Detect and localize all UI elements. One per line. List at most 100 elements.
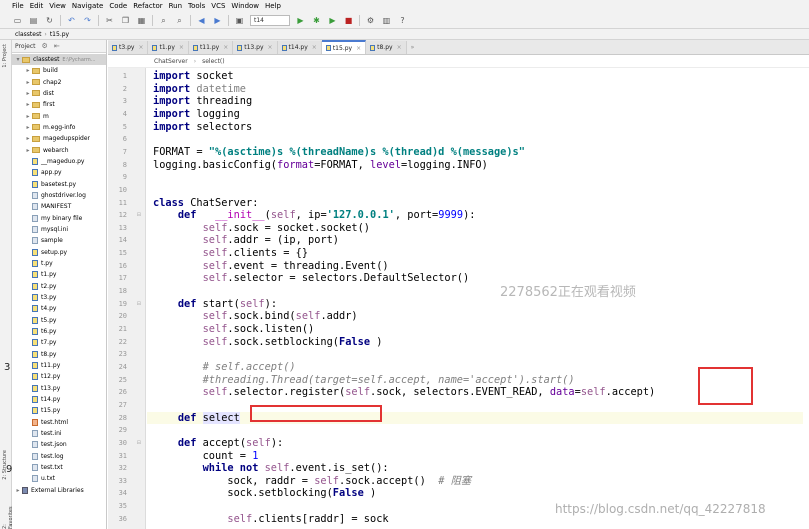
tree-item[interactable]: setup.py xyxy=(12,247,106,258)
editor-tab[interactable]: t3.py × xyxy=(108,41,149,54)
tree-item[interactable]: t15.py xyxy=(12,405,106,416)
expand-arrow-icon[interactable]: ▸ xyxy=(14,487,22,494)
expand-arrow-icon[interactable]: ▸ xyxy=(24,113,32,120)
project-structure-icon[interactable]: ▥ xyxy=(381,15,392,26)
tree-item[interactable]: t8.py xyxy=(12,349,106,360)
tree-item[interactable]: ▸ magedupspider xyxy=(12,133,106,144)
editor-breadcrumb-item[interactable]: select() xyxy=(202,58,225,65)
tree-item[interactable]: mysql.ini xyxy=(12,224,106,235)
menu-item[interactable]: Code xyxy=(109,2,127,10)
tree-item[interactable]: ▸ m xyxy=(12,111,106,122)
tree-item[interactable]: t14.py xyxy=(12,394,106,405)
tree-item[interactable]: my binary file xyxy=(12,213,106,224)
tab-overflow-icon[interactable]: » xyxy=(411,44,415,51)
tree-item[interactable]: MANIFEST xyxy=(12,201,106,212)
tree-item[interactable]: ▸ chap2 xyxy=(12,77,106,88)
editor-tab[interactable]: t15.py × xyxy=(321,40,367,54)
menu-item[interactable]: VCS xyxy=(211,2,225,10)
cut-icon[interactable]: ✂ xyxy=(104,15,115,26)
tree-item[interactable]: t4.py xyxy=(12,303,106,314)
tree-item[interactable]: t3.py xyxy=(12,292,106,303)
tree-item[interactable]: ▸ webarch xyxy=(12,145,106,156)
tree-item[interactable]: ▾ classtest E:\Pycharm... xyxy=(12,54,106,65)
sync-icon[interactable]: ↻ xyxy=(44,15,55,26)
open-folder-icon[interactable]: ▭ xyxy=(12,15,23,26)
tree-item[interactable]: test.txt xyxy=(12,462,106,473)
close-tab-icon[interactable]: × xyxy=(223,44,228,51)
build-icon[interactable]: ▣ xyxy=(234,15,245,26)
tree-item[interactable]: ▸ dist xyxy=(12,88,106,99)
editor-tab[interactable]: t13.py × xyxy=(233,41,278,54)
tree-item[interactable]: t2.py xyxy=(12,281,106,292)
menu-item[interactable]: File xyxy=(12,2,24,10)
tree-item[interactable]: t13.py xyxy=(12,383,106,394)
code-editor[interactable]: import socket import datetime import threa… xyxy=(147,68,809,529)
settings-icon[interactable]: ⚙ xyxy=(365,15,376,26)
close-tab-icon[interactable]: × xyxy=(179,44,184,51)
panel-settings-icon[interactable]: ⚙ xyxy=(42,42,48,50)
breadcrumb-project[interactable]: classtest xyxy=(12,31,44,38)
expand-arrow-icon[interactable]: ▾ xyxy=(14,56,22,63)
fold-marker-icon[interactable]: ⊟ xyxy=(137,440,141,446)
tree-item[interactable]: app.py xyxy=(12,167,106,178)
tree-item[interactable]: t6.py xyxy=(12,326,106,337)
expand-arrow-icon[interactable]: ▸ xyxy=(24,124,32,131)
replace-icon[interactable]: ⌕ xyxy=(174,15,185,26)
forward-icon[interactable]: ▶ xyxy=(212,15,223,26)
tree-item[interactable]: ghostdriver.log xyxy=(12,190,106,201)
tree-item[interactable]: t.py xyxy=(12,258,106,269)
fold-marker-icon[interactable]: ⊟ xyxy=(137,212,141,218)
expand-arrow-icon[interactable]: ▸ xyxy=(24,79,32,86)
copy-icon[interactable]: ❐ xyxy=(120,15,131,26)
editor-tab[interactable]: t11.py × xyxy=(188,41,234,54)
close-tab-icon[interactable]: × xyxy=(356,45,361,52)
tree-item[interactable]: t7.py xyxy=(12,337,106,348)
back-icon[interactable]: ◀ xyxy=(196,15,207,26)
menu-item[interactable]: Window xyxy=(231,2,259,10)
breadcrumb-file[interactable]: t15.py xyxy=(47,31,72,38)
menu-item[interactable]: Edit xyxy=(30,2,44,10)
tree-item[interactable]: t12.py xyxy=(12,371,106,382)
tree-item[interactable]: basetest.py xyxy=(12,179,106,190)
expand-arrow-icon[interactable]: ▸ xyxy=(24,67,32,74)
stop-icon[interactable]: ■ xyxy=(343,15,354,26)
tree-item[interactable]: test.html xyxy=(12,417,106,428)
paste-icon[interactable]: ▦ xyxy=(136,15,147,26)
editor-tab[interactable]: t14.py × xyxy=(277,41,322,54)
expand-arrow-icon[interactable]: ▸ xyxy=(24,101,32,108)
menu-item[interactable]: Run xyxy=(169,2,182,10)
tree-item[interactable]: ▸ External Libraries xyxy=(12,485,106,496)
fold-marker-icon[interactable]: ⊟ xyxy=(137,301,141,307)
tree-item[interactable]: test.ini xyxy=(12,428,106,439)
tree-item[interactable]: test.log xyxy=(12,451,106,462)
coverage-icon[interactable]: ▶ xyxy=(327,15,338,26)
editor-breadcrumb-item[interactable]: ChatServer xyxy=(154,58,188,65)
tree-item[interactable]: __mageduo.py xyxy=(12,156,106,167)
tree-item[interactable]: u.txt xyxy=(12,473,106,484)
menu-item[interactable]: Refactor xyxy=(133,2,162,10)
tree-item[interactable]: ▸ first xyxy=(12,99,106,110)
save-all-icon[interactable]: ▤ xyxy=(28,15,39,26)
close-tab-icon[interactable]: × xyxy=(268,44,273,51)
run-configuration-select[interactable]: t14 xyxy=(250,14,290,26)
tree-item[interactable]: ▸ m.egg-info xyxy=(12,122,106,133)
project-panel-title[interactable]: Project xyxy=(15,43,36,50)
close-tab-icon[interactable]: × xyxy=(312,44,317,51)
menu-item[interactable]: Tools xyxy=(188,2,205,10)
editor-tab[interactable]: t8.py × xyxy=(366,41,407,54)
editor-tab[interactable]: t1.py × xyxy=(148,41,189,54)
expand-arrow-icon[interactable]: ▸ xyxy=(24,90,32,97)
tree-item[interactable]: t1.py xyxy=(12,269,106,280)
expand-arrow-icon[interactable]: ▸ xyxy=(24,147,32,154)
menu-item[interactable]: View xyxy=(49,2,66,10)
panel-hide-icon[interactable]: ⇤ xyxy=(54,42,60,50)
run-icon[interactable]: ▶ xyxy=(295,15,306,26)
tree-item[interactable]: test.json xyxy=(12,439,106,450)
close-tab-icon[interactable]: × xyxy=(397,44,402,51)
debug-icon[interactable]: ✱ xyxy=(311,15,322,26)
redo-icon[interactable]: ↷ xyxy=(82,15,93,26)
tree-item[interactable]: t5.py xyxy=(12,315,106,326)
help-icon[interactable]: ? xyxy=(397,15,408,26)
undo-icon[interactable]: ↶ xyxy=(66,15,77,26)
tree-item[interactable]: t11.py xyxy=(12,360,106,371)
